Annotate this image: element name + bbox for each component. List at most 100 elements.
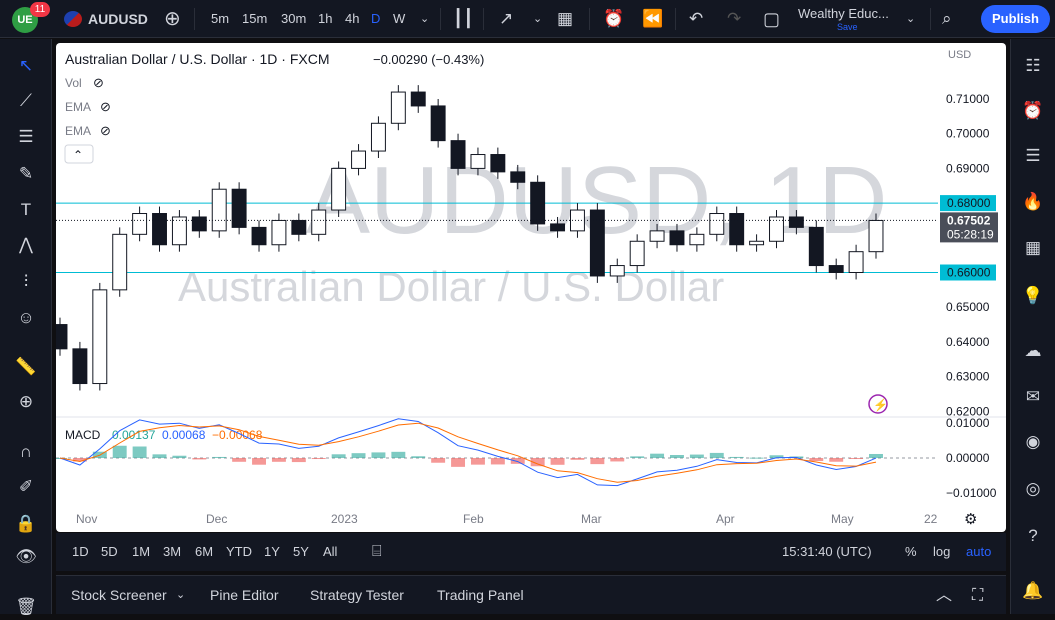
eye-icon[interactable]: 👁 — [13, 544, 39, 570]
macd-hist-bar — [192, 458, 207, 460]
range-all[interactable]: All — [323, 533, 337, 571]
candle-body — [868, 219, 884, 253]
currency-label[interactable]: USD — [948, 49, 971, 61]
chevron-down-icon[interactable]: ⌄ — [906, 0, 915, 38]
search-icon[interactable]: ⌕ — [942, 0, 952, 38]
tab-strategy-tester[interactable]: Strategy Tester — [310, 576, 404, 615]
range-1d[interactable]: 1D — [72, 533, 89, 571]
emoji-icon[interactable]: ☺ — [13, 305, 39, 331]
range-3m[interactable]: 3M — [163, 533, 181, 571]
alarm-clock-icon[interactable]: ⏰ — [1020, 98, 1046, 124]
ruler-icon[interactable]: 📏 — [13, 354, 39, 380]
range-6m[interactable]: 6M — [195, 533, 213, 571]
hidden-eye-icon[interactable]: ⊘ — [93, 75, 104, 90]
candle-body — [649, 230, 665, 242]
macd-hist-bar — [729, 456, 744, 458]
macd-hist-bar — [630, 456, 645, 458]
timeframe-5m[interactable]: 5m — [211, 0, 229, 38]
candle-body — [231, 188, 247, 228]
pattern-icon[interactable]: ⋀ — [13, 232, 39, 258]
hotlist-icon[interactable]: 🔥 — [1020, 189, 1046, 215]
percent-toggle[interactable]: % — [905, 533, 917, 571]
auto-toggle[interactable]: auto — [966, 533, 991, 571]
chevron-down-icon[interactable]: ⌄ — [420, 0, 429, 38]
lock-drawing-icon[interactable]: ✐ — [13, 474, 39, 500]
price-chart[interactable]: AUDUSD, 1D Australian Dollar / U.S. Doll… — [56, 43, 1006, 532]
legend-change: −0.00290 (−0.43%) — [373, 52, 484, 67]
timeframe-w[interactable]: W — [393, 0, 405, 38]
settings-gear-icon[interactable]: ⚙ — [964, 511, 977, 528]
candle-body — [808, 226, 824, 267]
zoom-in-icon[interactable]: ⊕ — [13, 389, 39, 415]
date-range-icon[interactable]: ⌸ — [372, 533, 382, 571]
range-1m[interactable]: 1M — [132, 533, 150, 571]
hidden-eye-icon[interactable]: ⊘ — [100, 99, 111, 114]
chart-area[interactable]: AUDUSD, 1D Australian Dollar / U.S. Doll… — [56, 43, 1006, 532]
price-axis[interactable]: 0.710000.700000.690000.680000.670000.660… — [946, 92, 990, 418]
bar-countdown: 05:28:19 — [947, 227, 994, 241]
alert-icon[interactable]: ⏰ — [603, 0, 624, 38]
candle-body — [271, 219, 287, 246]
ideas-icon[interactable]: 💡 — [1020, 283, 1046, 309]
fib-icon[interactable]: ☰ — [13, 124, 39, 150]
symbol-search-button[interactable]: AUDUSD — [88, 0, 148, 38]
range-1y[interactable]: 1Y — [264, 533, 280, 571]
chat-icon[interactable]: ☁ — [1020, 338, 1046, 364]
streams-icon[interactable]: ◉ — [1020, 429, 1046, 455]
candle-body — [112, 233, 128, 291]
replay-icon[interactable]: ⏪ — [642, 0, 663, 38]
watchlist-icon[interactable]: ☷ — [1020, 53, 1046, 79]
candle-body — [311, 209, 327, 235]
timeframe-15m[interactable]: 15m — [242, 0, 267, 38]
hidden-eye-icon[interactable]: ⊘ — [100, 123, 111, 138]
magnet-icon[interactable]: ∩ — [13, 439, 39, 465]
messages-icon[interactable]: ✉ — [1020, 384, 1046, 410]
data-window-icon[interactable]: ☰ — [1020, 143, 1046, 169]
macd-axis[interactable]: 0.01000 0.00000 −0.01000 — [946, 416, 997, 500]
log-toggle[interactable]: log — [933, 533, 950, 571]
lock-icon[interactable]: 🔒 — [13, 511, 39, 537]
top-toolbar: UE 11 AUDUSD ⊕ 5m 15m 30m 1h 4h D W ⌄ ┃┃… — [0, 0, 1055, 38]
timeframe-1h[interactable]: 1h — [318, 0, 332, 38]
compare-symbol-icon[interactable]: ⊕ — [164, 0, 181, 38]
indicator-ema-1: EMA — [65, 100, 91, 114]
help-icon[interactable]: ? — [1020, 523, 1046, 549]
indicators-icon[interactable]: ↗ — [499, 0, 513, 38]
prediction-icon[interactable]: ⫶ — [13, 269, 39, 295]
tab-pine-editor[interactable]: Pine Editor — [210, 576, 278, 615]
candle-body — [848, 251, 864, 273]
time-axis[interactable]: Nov Dec 2023 Feb Mar Apr May 22 — [76, 512, 938, 526]
redo-icon[interactable]: ↷ — [727, 0, 741, 38]
cursor-icon[interactable]: ↖ — [13, 53, 39, 79]
text-icon[interactable]: T — [13, 197, 39, 223]
timeframe-d[interactable]: D — [371, 0, 380, 38]
trend-line-icon[interactable]: ⟋ — [13, 88, 39, 114]
candle-type-icon[interactable]: ┃┃ — [453, 0, 473, 38]
fullscreen-box-icon[interactable]: ▢ — [763, 0, 780, 38]
trash-icon[interactable]: 🗑 — [13, 594, 39, 620]
range-ytd[interactable]: YTD — [226, 533, 252, 571]
layout-name[interactable]: Wealthy Educ... — [798, 6, 889, 21]
clock[interactable]: 15:31:40 (UTC) — [782, 533, 872, 571]
macd-hist-bar — [291, 458, 306, 463]
calendar-icon[interactable]: ▦ — [1020, 235, 1046, 261]
range-5d[interactable]: 5D — [101, 533, 118, 571]
publish-button[interactable]: Publish — [981, 5, 1050, 33]
undo-icon[interactable]: ↶ — [689, 0, 703, 38]
watermark-name: Australian Dollar / U.S. Dollar — [178, 263, 724, 310]
timeframe-30m[interactable]: 30m — [281, 0, 306, 38]
range-5y[interactable]: 5Y — [293, 533, 309, 571]
timeframe-4h[interactable]: 4h — [345, 0, 359, 38]
brush-icon[interactable]: ✎ — [13, 161, 39, 187]
legend-title: Australian Dollar / U.S. Dollar · 1D · F… — [65, 51, 330, 67]
tab-trading-panel[interactable]: Trading Panel — [437, 576, 524, 615]
maximize-icon[interactable]: ⛶ — [972, 576, 983, 615]
chevron-down-icon[interactable]: ⌄ — [533, 0, 542, 38]
broadcast-icon[interactable]: ◎ — [1020, 476, 1046, 502]
tab-stock-screener[interactable]: Stock Screener — [71, 576, 167, 615]
candle-body — [828, 265, 844, 273]
notifications-icon[interactable]: 🔔 — [1020, 578, 1046, 604]
layout-grid-icon[interactable]: ▦ — [557, 0, 573, 38]
chevron-up-icon[interactable]: ︿ — [936, 576, 952, 615]
chevron-down-icon[interactable]: ⌄ — [176, 576, 185, 615]
